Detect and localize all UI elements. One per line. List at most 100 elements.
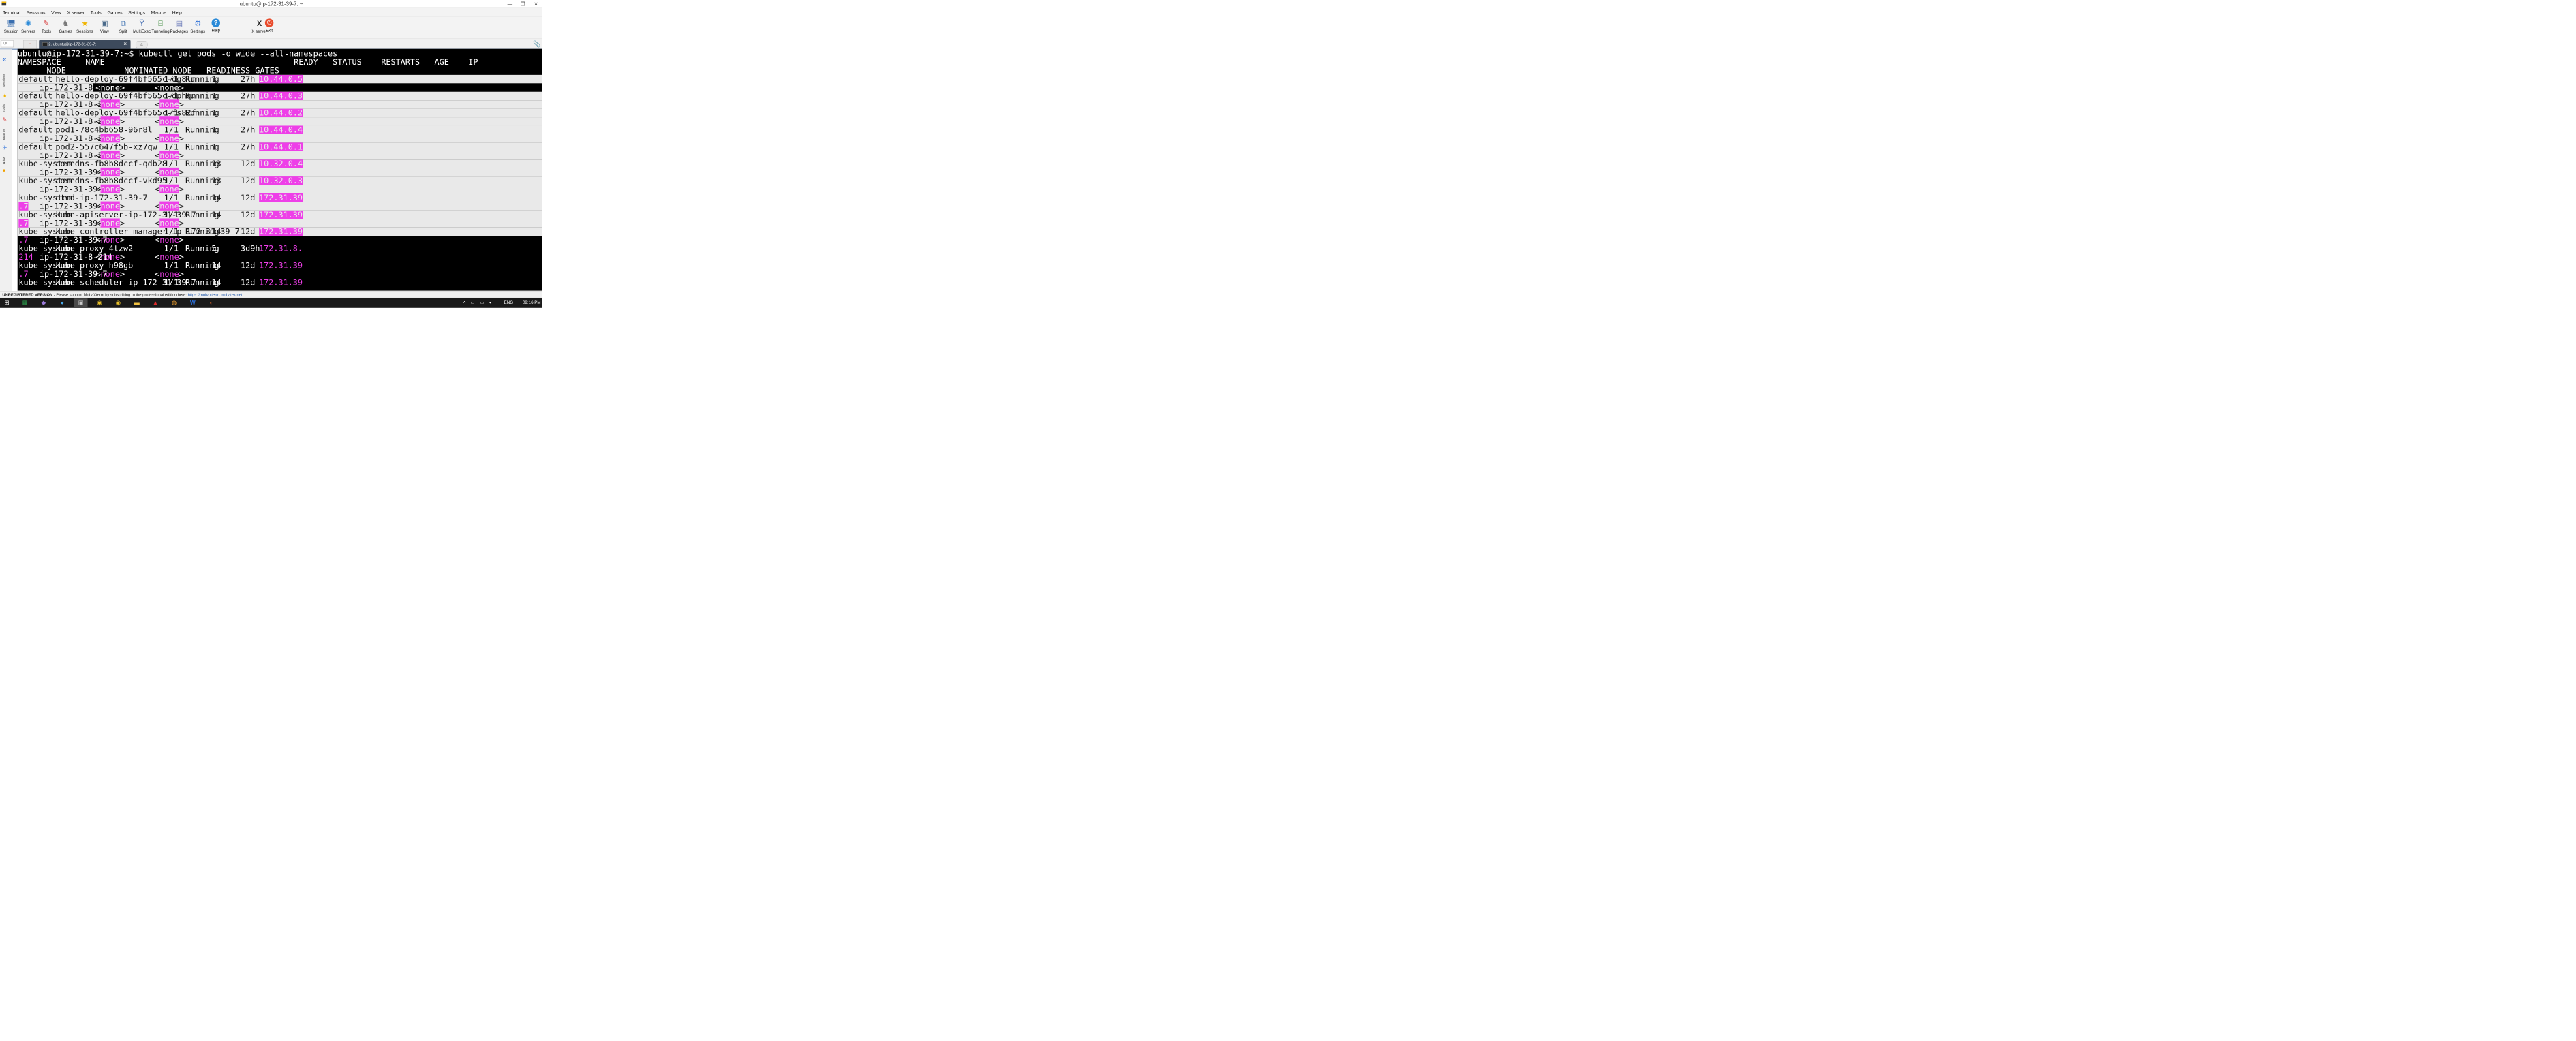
- pod-name: pod1-78c4bb658-96r8l: [55, 125, 153, 135]
- games-icon: ♞: [62, 19, 70, 28]
- pod-readiness-gates: <none>: [155, 252, 184, 262]
- split-button[interactable]: ⧉ Split: [113, 18, 134, 38]
- help-icon: ?: [211, 18, 220, 27]
- menu-settings[interactable]: Settings: [125, 8, 148, 15]
- menu-sessions[interactable]: Sessions: [24, 8, 48, 15]
- table-row-continued: 214 ip-172-31-8-214 <none> <none>: [18, 253, 542, 261]
- network-icon[interactable]: ▭: [471, 298, 475, 308]
- pod-name: etcd-ip-172-31-39-7: [55, 193, 148, 202]
- pod-ready: 1/1: [164, 91, 179, 101]
- exit-button[interactable]: ⏻ Exit: [260, 18, 278, 38]
- pod-ip-wrap: 214: [18, 252, 33, 262]
- pod-age: 12d: [241, 226, 256, 236]
- pod-ready: 1/1: [164, 74, 179, 84]
- attachment-icon[interactable]: 📎: [533, 40, 540, 48]
- chat-icon[interactable]: ●: [55, 298, 69, 307]
- clock[interactable]: 09:16 PM: [523, 298, 541, 308]
- pod-restarts: 1: [211, 142, 217, 152]
- pod-ip: 10.44.0.2: [259, 108, 303, 118]
- menu-macros[interactable]: Macros: [148, 8, 169, 15]
- tools-button[interactable]: ✎ Tools: [36, 18, 57, 38]
- pod-readiness-gates: <none>: [155, 150, 184, 160]
- menu-tools[interactable]: Tools: [88, 8, 105, 15]
- pod-ip-wrap: .7: [18, 269, 29, 279]
- minimize-button[interactable]: —: [504, 0, 517, 8]
- pod-age: 12d: [241, 176, 256, 185]
- pod-restarts: 5: [211, 243, 217, 253]
- menu-games[interactable]: Games: [104, 8, 125, 15]
- games-button[interactable]: ♞ Games: [55, 18, 76, 38]
- word-icon[interactable]: W: [186, 298, 200, 307]
- menu-terminal[interactable]: Terminal: [0, 8, 24, 15]
- mobaxterm-icon[interactable]: ▣: [74, 298, 88, 307]
- table-header-continued: NODE NOMINATED NODE READINESS GATES: [17, 65, 279, 76]
- sidebar-tab-sftp[interactable]: Sftp: [1, 154, 8, 167]
- chrome-icon[interactable]: ◉: [93, 298, 106, 307]
- multiexec-button[interactable]: Ÿ MultiExec: [132, 18, 152, 38]
- pod-ip: 172.31.39: [259, 193, 303, 202]
- sidebar-tab-macros[interactable]: Macros: [1, 124, 8, 144]
- tab-terminal[interactable]: 2. ubuntu@ip-172-31-39-7: ~ ✕: [39, 40, 131, 49]
- pod-readiness-gates: <none>: [155, 184, 184, 194]
- new-tab-button[interactable]: ✲: [135, 41, 148, 48]
- monitor-icon[interactable]: ▭: [480, 298, 485, 308]
- acrobat-icon[interactable]: ▲: [149, 298, 162, 307]
- home-tab[interactable]: ⌂: [22, 40, 37, 50]
- excel-icon[interactable]: ▦: [18, 298, 32, 307]
- power-icon: ⏻: [264, 18, 274, 27]
- close-tab-icon[interactable]: ✕: [123, 40, 127, 49]
- servers-icon: ✺: [25, 19, 31, 28]
- menu-xserver[interactable]: X server: [64, 8, 87, 15]
- pod-readiness-gates: <none>: [155, 218, 184, 228]
- quick-connect-input[interactable]: Qi: [1, 40, 14, 48]
- maximize-button[interactable]: ❐: [517, 0, 530, 8]
- chrome-icon[interactable]: ◉: [111, 298, 125, 307]
- terminal-output[interactable]: ubuntu@ip-172-31-39-7:~$ kubectl get pod…: [17, 48, 542, 291]
- collapse-sidebar-icon[interactable]: «: [2, 55, 6, 63]
- sessions-button[interactable]: ★ Sessions: [74, 18, 95, 38]
- tunneling-button[interactable]: ⌸ Tunneling: [151, 18, 171, 38]
- packages-button[interactable]: ▤ Packages: [169, 18, 189, 38]
- app-icon[interactable]: ◆: [37, 298, 50, 307]
- session-icon: 🖥: [6, 19, 16, 28]
- table-row-continued: ip-172-31-39-7 <none> <none>: [17, 184, 542, 194]
- pod-name: pod2-557c647f5b-xz7qw: [55, 142, 157, 152]
- table-row-continued: .7 ip-172-31-39-7 <none> <none>: [17, 218, 542, 228]
- mobatek-link[interactable]: https://mobaxterm.mobatek.net: [188, 292, 243, 297]
- pod-ip: 10.44.0.3: [259, 91, 303, 101]
- pod-namespace: default: [18, 108, 53, 118]
- view-button[interactable]: ▣ View: [94, 18, 114, 38]
- windows-start-icon[interactable]: ⊞: [0, 298, 14, 307]
- tools-icon: ✎: [43, 19, 50, 28]
- pod-ready: 1/1: [164, 277, 179, 288]
- table-row-continued: .7 ip-172-31-39-7 <none> <none>: [18, 236, 542, 244]
- table-row: default hello-deploy-69f4bf565c-fs82f 1/1 R…: [17, 108, 542, 118]
- help-button[interactable]: ? Help: [206, 18, 226, 38]
- pod-name: kube-proxy-4tzw2: [55, 243, 134, 253]
- firefox-icon[interactable]: ◐: [204, 298, 218, 307]
- pod-ready: 1/1: [164, 243, 179, 253]
- pod-age: 27h: [241, 108, 256, 118]
- terminal-icon: [42, 42, 48, 46]
- language-indicator[interactable]: ENG: [504, 298, 513, 308]
- app-icon[interactable]: ◍: [167, 298, 181, 307]
- title-bar: ubuntu@ip-172-31-39-7: ~ — ❐ ✕: [0, 0, 542, 9]
- chevron-up-icon[interactable]: ˄: [463, 298, 466, 308]
- sidebar-tab-tools[interactable]: Tools: [1, 100, 8, 116]
- close-button[interactable]: ✕: [530, 0, 542, 8]
- volume-icon[interactable]: ◂: [489, 298, 491, 308]
- settings-button[interactable]: ⚙ Settings: [187, 18, 208, 38]
- status-bar: UNREGISTERED VERSION - Please support Mo…: [0, 291, 542, 298]
- sidebar-tab-sessions[interactable]: Sessions: [1, 69, 8, 92]
- pod-age: 12d: [241, 260, 256, 270]
- menu-view[interactable]: View: [48, 8, 64, 15]
- pod-nominated-node: <none>: [95, 235, 125, 245]
- tab-strip: Qi ⌂ 2. ubuntu@ip-172-31-39-7: ~ ✕ ✲ 📎: [0, 38, 542, 50]
- pod-restarts: 14: [211, 277, 221, 288]
- file-explorer-icon[interactable]: ▬: [130, 298, 144, 307]
- pod-ready: 1/1: [164, 193, 179, 202]
- table-row-continued: ip-172-31-8-214 <none> <none>: [17, 116, 542, 126]
- pod-restarts: 14: [211, 226, 221, 236]
- servers-button[interactable]: ✺ Servers: [18, 18, 39, 38]
- menu-help[interactable]: Help: [170, 8, 185, 15]
